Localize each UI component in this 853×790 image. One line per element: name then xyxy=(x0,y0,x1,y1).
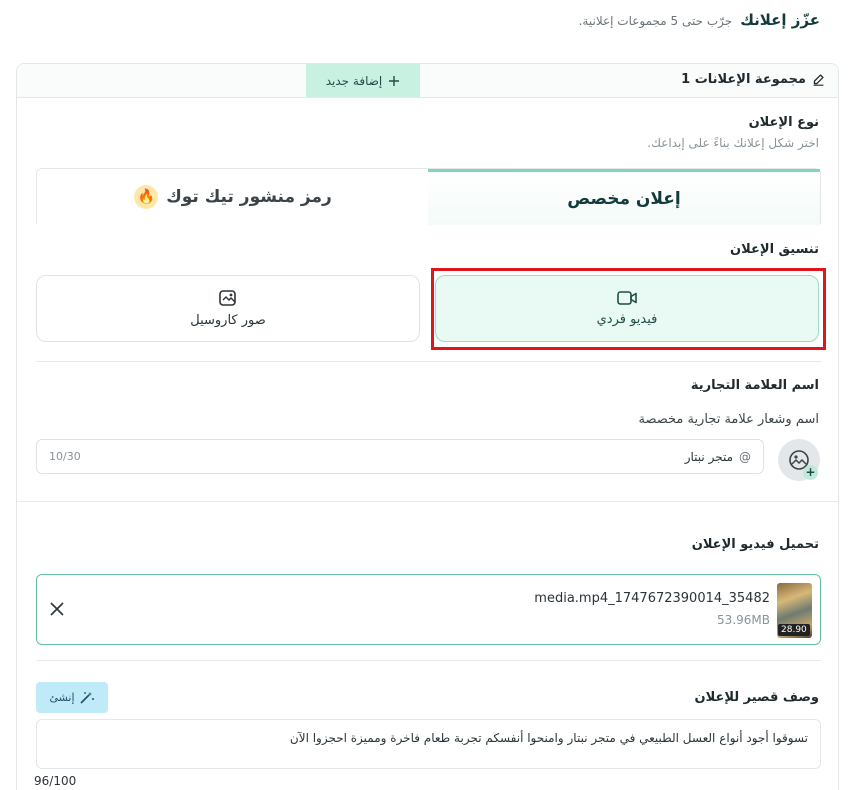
divider xyxy=(36,361,821,362)
format-single-video-label: فيديو فردي xyxy=(596,312,658,327)
page-title: عزّز إعلانك xyxy=(740,11,820,29)
video-file-name: media.mp4_1747672390014_35482 xyxy=(534,591,770,606)
magic-icon xyxy=(79,691,94,704)
short-description-input[interactable]: تسوقوا أجود أنواع العسل الطبيعي في متجر … xyxy=(36,719,821,769)
ad-type-tabs: إعلان مخصص رمز منشور تيك توك 🔥 xyxy=(36,168,821,225)
uploaded-video: 28.90 media.mp4_1747672390014_35482 53.9… xyxy=(36,574,821,645)
close-icon xyxy=(50,602,64,616)
brand-name-input[interactable]: @ متجر نبتار 10/30 xyxy=(36,439,764,474)
tab-tiktok-post-code[interactable]: رمز منشور تيك توك 🔥 xyxy=(37,169,429,225)
video-duration: 28.90 xyxy=(778,624,810,636)
ad-group-card: مجموعة الإعلانات 1 إضافة جديد نوع الإعلا… xyxy=(16,63,839,790)
page-subtitle: جرّب حتى 5 مجموعات إعلانية. xyxy=(578,14,733,28)
ad-group-title[interactable]: مجموعة الإعلانات 1 xyxy=(681,72,825,87)
carousel-icon xyxy=(219,290,236,306)
brand-name-hint: اسم وشعار علامة تجارية مخصصة xyxy=(638,412,819,427)
at-symbol: @ xyxy=(739,449,751,464)
plus-icon: + xyxy=(803,465,818,480)
add-new-label: إضافة جديد xyxy=(325,73,383,88)
tab-custom-ad[interactable]: إعلان مخصص xyxy=(428,169,820,225)
brand-logo-upload[interactable]: + xyxy=(778,439,820,481)
video-thumbnail: 28.90 xyxy=(777,583,812,638)
ad-group-header: مجموعة الإعلانات 1 إضافة جديد xyxy=(17,64,838,98)
format-carousel[interactable]: صور كاروسيل xyxy=(36,275,420,342)
ad-type-label: نوع الإعلان xyxy=(748,115,819,130)
ad-format-label: تنسيق الإعلان xyxy=(730,242,819,257)
remove-video-button[interactable] xyxy=(47,599,67,619)
video-upload-label: تحميل فيديو الإعلان xyxy=(691,537,819,552)
format-carousel-label: صور كاروسيل xyxy=(190,313,266,328)
fire-icon: 🔥 xyxy=(134,185,159,209)
ad-group-title-text: مجموعة الإعلانات 1 xyxy=(681,72,806,87)
video-file-size: 53.96MB xyxy=(717,613,770,627)
section-divider xyxy=(17,501,838,502)
generate-button[interactable]: إنشئ xyxy=(36,682,108,713)
tab-tiktok-post-code-label: رمز منشور تيك توك xyxy=(166,187,332,207)
ad-type-hint: اختر شكل إعلانك بناءً على إبداعك. xyxy=(647,136,819,150)
page-header: عزّز إعلانك جرّب حتى 5 مجموعات إعلانية. xyxy=(579,11,820,29)
generate-label: إنشئ xyxy=(49,691,75,704)
brand-name-value: متجر نبتار xyxy=(684,449,733,464)
brand-name-label: اسم العلامة التجارية xyxy=(690,378,819,393)
video-icon xyxy=(617,291,637,305)
add-new-button[interactable]: إضافة جديد xyxy=(306,64,420,97)
plus-icon xyxy=(389,75,400,86)
divider xyxy=(36,660,821,661)
edit-icon[interactable] xyxy=(812,73,825,86)
description-counter: 96/100 xyxy=(34,774,77,788)
brand-name-counter: 10/30 xyxy=(49,450,81,463)
format-single-video[interactable]: فيديو فردي xyxy=(435,275,819,342)
short-description-label: وصف قصير للإعلان xyxy=(694,690,820,705)
tab-custom-ad-label: إعلان مخصص xyxy=(567,188,681,209)
